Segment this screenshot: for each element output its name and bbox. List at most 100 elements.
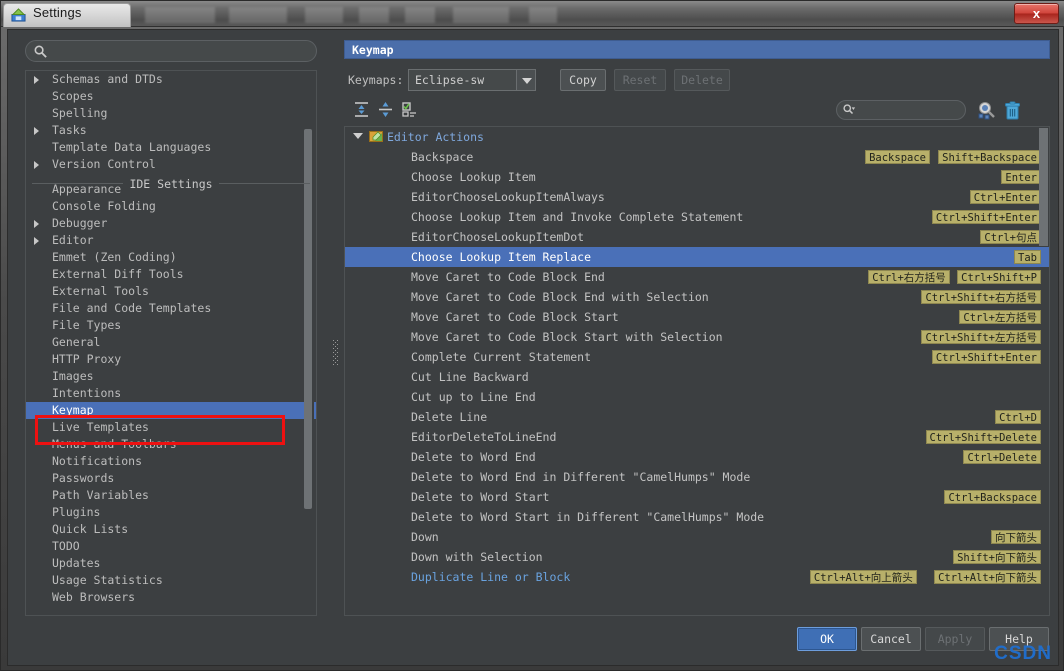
keymap-shortcut-badge: Enter [1001, 170, 1041, 184]
find-by-shortcut-icon[interactable] [976, 100, 997, 121]
keymap-row[interactable]: Delete LineCtrl+D [345, 407, 1049, 427]
chevron-down-icon[interactable] [353, 133, 363, 139]
sidebar-search-input[interactable] [52, 43, 307, 60]
keymap-dropdown[interactable]: Eclipse-sw [408, 69, 536, 91]
keymap-row[interactable]: Move Caret to Code Block Start with Sele… [345, 327, 1049, 347]
sidebar-item-usage-statistics[interactable]: Usage Statistics [26, 572, 316, 589]
sidebar-item-passwords[interactable]: Passwords [26, 470, 316, 487]
keymap-shortcut-badge: Backspace [865, 150, 930, 164]
sidebar-item-label: Notifications [52, 454, 142, 468]
keymap-row[interactable]: Choose Lookup Item and Invoke Complete S… [345, 207, 1049, 227]
sidebar-scrollbar-thumb[interactable] [304, 129, 312, 509]
sidebar-item-file-types[interactable]: File Types [26, 317, 316, 334]
trash-icon[interactable] [1002, 100, 1023, 121]
keymap-shortcut-badge: Ctrl+Shift+Delete [926, 430, 1041, 444]
sidebar-item-label: Scopes [52, 89, 94, 103]
keymap-shortcut-badge: Ctrl+Enter [970, 190, 1041, 204]
keymap-filter-input[interactable] [863, 103, 961, 118]
keymap-row[interactable]: Delete to Word EndCtrl+Delete [345, 447, 1049, 467]
sidebar-item-live-templates[interactable]: Live Templates [26, 419, 316, 436]
sidebar-item-label: Version Control [52, 157, 156, 171]
keymap-row[interactable]: Complete Current StatementCtrl+Shift+Ent… [345, 347, 1049, 367]
keymap-row[interactable]: Down向下箭头 [345, 527, 1049, 547]
sidebar-item-plugins[interactable]: Plugins [26, 504, 316, 521]
keymap-row[interactable]: EditorDeleteToLineEndCtrl+Shift+Delete [345, 427, 1049, 447]
keymap-filter-search[interactable] [836, 100, 966, 120]
search-dropdown-icon[interactable] [842, 103, 856, 117]
keymap-row[interactable]: Cut Line Backward [345, 367, 1049, 387]
sidebar-item-label: Appearance [52, 182, 121, 196]
sidebar-item-file-and-code-templates[interactable]: File and Code Templates [26, 300, 316, 317]
sidebar-item-general[interactable]: General [26, 334, 316, 351]
separator-label: IDE Settings [123, 177, 218, 191]
keymap-row[interactable]: Duplicate Line or BlockCtrl+Alt+向下箭头Ctrl… [345, 567, 1049, 587]
sidebar-scrollbar-track[interactable] [306, 129, 314, 615]
chevron-right-icon[interactable] [34, 76, 39, 84]
sidebar-item-editor[interactable]: Editor [26, 232, 316, 249]
keymap-row[interactable]: BackspaceShift+BackspaceBackspace [345, 147, 1049, 167]
chevron-right-icon[interactable] [34, 237, 39, 245]
sidebar-search-box[interactable] [25, 40, 317, 62]
close-button[interactable]: x [1014, 3, 1059, 24]
background-toolbar-ghost [137, 7, 697, 23]
copy-button[interactable]: Copy [560, 69, 606, 91]
keymap-row[interactable]: Down with SelectionShift+向下箭头 [345, 547, 1049, 567]
sidebar-item-menus-and-toolbars[interactable]: Menus and Toolbars [26, 436, 316, 453]
keymap-row[interactable]: Cut up to Line End [345, 387, 1049, 407]
chevron-down-icon[interactable] [516, 70, 535, 90]
ok-button[interactable]: OK [797, 627, 857, 651]
sidebar-item-web-browsers[interactable]: Web Browsers [26, 589, 316, 606]
collapse-all-icon[interactable] [376, 100, 395, 119]
keymap-action-name: Choose Lookup Item Replace [411, 247, 591, 267]
sidebar-item-http-proxy[interactable]: HTTP Proxy [26, 351, 316, 368]
sidebar-item-schemas-and-dtds[interactable]: Schemas and DTDs [26, 71, 316, 88]
keymap-shortcut-badge: Ctrl+Shift+右方括号 [921, 290, 1041, 304]
sidebar-item-images[interactable]: Images [26, 368, 316, 385]
sidebar-item-scopes[interactable]: Scopes [26, 88, 316, 105]
keymap-row[interactable]: Move Caret to Code Block StartCtrl+左方括号 [345, 307, 1049, 327]
sidebar-item-keymap[interactable]: Keymap [26, 402, 316, 419]
keymap-row[interactable]: Choose Lookup ItemEnter [345, 167, 1049, 187]
sidebar-item-tasks[interactable]: Tasks [26, 122, 316, 139]
settings-tree[interactable]: Schemas and DTDsScopes SpellingTasks Templ… [25, 70, 317, 616]
sidebar-item-emmet-zen-coding[interactable]: Emmet (Zen Coding) [26, 249, 316, 266]
sidebar-item-todo[interactable]: TODO [26, 538, 316, 555]
sidebar-item-spelling[interactable]: Spelling [26, 105, 316, 122]
pane-splitter[interactable] [333, 340, 341, 366]
keymap-row[interactable]: EditorChooseLookupItemAlwaysCtrl+Enter [345, 187, 1049, 207]
keymap-scrollbar-thumb[interactable] [1039, 128, 1048, 246]
splitter-dot [337, 344, 338, 345]
sidebar-item-debugger[interactable]: Debugger [26, 215, 316, 232]
reset-button: Reset [614, 69, 666, 91]
sidebar-item-label: Web Browsers [52, 590, 135, 604]
sidebar-item-quick-lists[interactable]: Quick Lists [26, 521, 316, 538]
sidebar-item-path-variables[interactable]: Path Variables [26, 487, 316, 504]
sidebar-item-template-data-languages[interactable]: Template Data Languages [26, 139, 316, 156]
chevron-right-icon[interactable] [34, 220, 39, 228]
keymap-action-name: Move Caret to Code Block Start [411, 307, 619, 327]
keymap-row[interactable]: Move Caret to Code Block End with Select… [345, 287, 1049, 307]
sidebar-item-version-control[interactable]: Version Control [26, 156, 316, 173]
sidebar-item-external-diff-tools[interactable]: External Diff Tools [26, 266, 316, 283]
sidebar-item-external-tools[interactable]: External Tools [26, 283, 316, 300]
chevron-right-icon[interactable] [34, 127, 39, 135]
keymap-shortcut-badge: Ctrl+右方括号 [868, 270, 950, 284]
window-title: Settings [33, 5, 82, 20]
keymap-row[interactable]: EditorChooseLookupItemDotCtrl+句点 [345, 227, 1049, 247]
sidebar-item-updates[interactable]: Updates [26, 555, 316, 572]
sidebar-item-console-folding[interactable]: Console Folding [26, 198, 316, 215]
cancel-button[interactable]: Cancel [861, 627, 921, 651]
keymap-row[interactable]: Delete to Word Start in Different "Camel… [345, 507, 1049, 527]
keymap-row[interactable]: Delete to Word End in Different "CamelHu… [345, 467, 1049, 487]
chevron-right-icon[interactable] [34, 161, 39, 169]
sidebar-item-label: Tasks [52, 123, 87, 137]
keymap-action-list[interactable]: Editor ActionsBackspaceShift+BackspaceBa… [344, 126, 1050, 616]
keymap-row[interactable]: Delete to Word StartCtrl+Backspace [345, 487, 1049, 507]
keymap-group-editor-actions[interactable]: Editor Actions [345, 127, 1049, 147]
keymap-row[interactable]: Choose Lookup Item ReplaceTab [345, 247, 1049, 267]
sidebar-item-intentions[interactable]: Intentions [26, 385, 316, 402]
sidebar-item-notifications[interactable]: Notifications [26, 453, 316, 470]
filter-icon[interactable] [400, 100, 419, 119]
expand-all-icon[interactable] [352, 100, 371, 119]
keymap-row[interactable]: Move Caret to Code Block EndCtrl+Shift+P… [345, 267, 1049, 287]
